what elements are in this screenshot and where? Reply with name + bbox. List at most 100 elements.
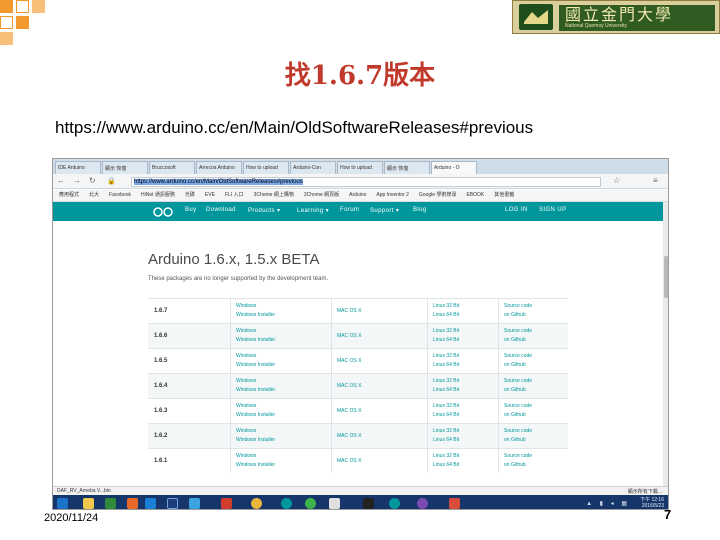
photoshop-icon[interactable] <box>167 498 178 509</box>
scrollbar[interactable] <box>663 202 668 486</box>
linux-download-links[interactable]: Linux 32 Bit Linux 64 Bit <box>433 352 459 370</box>
back-icon[interactable]: ← <box>57 176 65 185</box>
mac-download-link[interactable]: MAC OS X <box>337 407 361 416</box>
reload-icon[interactable]: ↻ <box>89 176 96 185</box>
browser-toolbar: ← → ↻ 🔒 https://www.arduino.cc/en/Main/O… <box>53 174 668 189</box>
arduino-icon[interactable] <box>389 498 400 509</box>
login-link[interactable]: LOG IN <box>505 207 528 213</box>
bookmark-item[interactable]: FLI 入口 <box>225 190 244 201</box>
linux-download-links[interactable]: Linux 32 Bit Linux 64 Bit <box>433 377 459 395</box>
browser-tab[interactable]: How to upload <box>243 161 289 174</box>
linux-download-links[interactable]: Linux 32 Bit Linux 64 Bit <box>433 402 459 420</box>
linux-download-links[interactable]: Linux 32 Bit Linux 64 Bit <box>433 302 459 320</box>
app-icon[interactable] <box>417 498 428 509</box>
bookmark-item[interactable]: 光碟 <box>185 190 195 201</box>
slide-url-text: https://www.arduino.cc/en/Main/OldSoftwa… <box>55 118 534 137</box>
release-row: 1.6.4 Windows Windows Installer MAC OS X Lin… <box>148 373 568 398</box>
release-row: 1.6.6 Windows Windows Installer MAC OS X Lin… <box>148 323 568 348</box>
app-icon[interactable] <box>329 498 340 509</box>
mac-download-link[interactable]: MAC OS X <box>337 332 361 341</box>
nav-learning[interactable]: Learning ▾ <box>297 207 329 214</box>
browser-tab[interactable]: Arduino - O <box>431 161 477 174</box>
nav-products[interactable]: Products ▾ <box>248 207 280 214</box>
system-tray-icons[interactable]: ▲ ▮ ◂ ▦ <box>586 500 630 507</box>
bookmark-item[interactable]: 應用程式 <box>59 190 79 201</box>
windows-download-links[interactable]: Windows Windows Installer <box>236 402 275 420</box>
arduino-icon[interactable] <box>281 498 292 509</box>
windows-download-links[interactable]: Windows Windows Installer <box>236 377 275 395</box>
bookmark-item[interactable]: Arduino <box>349 190 366 201</box>
signup-link[interactable]: SIGN UP <box>539 207 566 213</box>
nav-support[interactable]: Support ▾ <box>370 207 399 214</box>
bookmark-item[interactable]: EVE <box>205 190 215 201</box>
bookmarks-bar: 應用程式 北大 Facebook HiNet 通訊服務 光碟 EVE FLI 入口 3Chom… <box>53 190 668 202</box>
app-icon[interactable] <box>189 498 200 509</box>
nav-forum[interactable]: Forum <box>340 207 359 213</box>
internet-explorer-icon[interactable] <box>145 498 156 509</box>
source-code-link[interactable]: Source code on Github <box>504 427 532 445</box>
windows-download-links[interactable]: Windows Windows Installer <box>236 327 275 345</box>
browser-tab[interactable]: Arduino-Con <box>290 161 336 174</box>
download-item[interactable]: DAF_RV_Arneba V...bin <box>57 488 111 494</box>
bookmark-item[interactable]: 3Chome 網上購物 <box>254 190 294 201</box>
scrollbar-thumb[interactable] <box>664 256 668 298</box>
releases-heading: Arduino 1.6.x, 1.5.x BETA <box>148 251 320 268</box>
browser-tab[interactable]: Bruccosoft <box>149 161 195 174</box>
university-subname: National Quemoy University <box>565 23 627 29</box>
file-explorer-icon[interactable] <box>83 498 94 509</box>
show-all-downloads[interactable]: 顯示所有下載... <box>628 488 662 495</box>
app-icon[interactable] <box>105 498 116 509</box>
chrome-icon[interactable] <box>251 498 262 509</box>
browser-tab[interactable]: How to upload <box>337 161 383 174</box>
browser-tab[interactable]: 顯示 恢復 <box>384 161 430 174</box>
bookmark-item[interactable]: EBOOK <box>466 190 484 201</box>
bookmark-item[interactable]: 3Chome 網頁版 <box>304 190 339 201</box>
address-bar[interactable]: https://www.arduino.cc/en/Main/OldSoftwa… <box>131 177 601 187</box>
mac-download-link[interactable]: MAC OS X <box>337 382 361 391</box>
source-code-link[interactable]: Source code on Github <box>504 452 532 470</box>
windows-download-links[interactable]: Windows Windows Installer <box>236 452 275 470</box>
release-version: 1.6.5 <box>154 358 168 364</box>
line-icon[interactable] <box>305 498 316 509</box>
bookmark-item[interactable]: Google 學術搜尋 <box>419 190 457 201</box>
menu-icon[interactable]: ≡ <box>653 176 658 185</box>
release-version: 1.6.4 <box>154 383 168 389</box>
nav-buy[interactable]: Buy <box>185 207 197 213</box>
linux-download-links[interactable]: Linux 32 Bit Linux 64 Bit <box>433 327 459 345</box>
source-code-link[interactable]: Source code on Github <box>504 302 532 320</box>
terminal-icon[interactable] <box>363 498 374 509</box>
mac-download-link[interactable]: MAC OS X <box>337 457 361 466</box>
bookmark-item[interactable]: HiNet 通訊服務 <box>141 190 175 201</box>
mac-download-link[interactable]: MAC OS X <box>337 307 361 316</box>
bookmark-item[interactable]: 北大 <box>89 190 99 201</box>
acrobat-icon[interactable] <box>221 498 232 509</box>
lock-icon: 🔒 <box>107 178 116 185</box>
start-icon[interactable] <box>57 498 68 509</box>
nav-blog[interactable]: Blog <box>413 207 427 213</box>
source-code-link[interactable]: Source code on Github <box>504 377 532 395</box>
windows-download-links[interactable]: Windows Windows Installer <box>236 427 275 445</box>
windows-download-links[interactable]: Windows Windows Installer <box>236 302 275 320</box>
linux-download-links[interactable]: Linux 32 Bit Linux 64 Bit <box>433 452 459 470</box>
mac-download-link[interactable]: MAC OS X <box>337 357 361 366</box>
source-code-link[interactable]: Source code on Github <box>504 352 532 370</box>
linux-download-links[interactable]: Linux 32 Bit Linux 64 Bit <box>433 427 459 445</box>
app-icon[interactable] <box>449 498 460 509</box>
mac-download-link[interactable]: MAC OS X <box>337 432 361 441</box>
source-code-link[interactable]: Source code on Github <box>504 402 532 420</box>
arduino-logo-icon[interactable] <box>153 207 173 217</box>
nav-download[interactable]: Download <box>206 207 236 213</box>
browser-tab[interactable]: 顯示 恢復 <box>102 161 148 174</box>
taskbar-clock[interactable]: 下午 12:16 2016/5/23 <box>640 497 664 509</box>
browser-tab[interactable]: IDE Arduino <box>55 161 101 174</box>
browser-tab[interactable]: Arrecoa Arduino <box>196 161 242 174</box>
windows-download-links[interactable]: Windows Windows Installer <box>236 352 275 370</box>
source-code-link[interactable]: Source code on Github <box>504 327 532 345</box>
bookmark-item[interactable]: 其他書籤 <box>494 190 514 201</box>
bookmark-item[interactable]: App Inventor 2 <box>376 190 409 201</box>
app-icon[interactable] <box>127 498 138 509</box>
bookmark-item[interactable]: Facebook <box>109 190 131 201</box>
star-icon[interactable]: ☆ <box>613 176 620 185</box>
forward-icon[interactable]: → <box>73 176 81 185</box>
download-bar: DAF_RV_Arneba V...bin 顯示所有下載... <box>53 486 668 495</box>
